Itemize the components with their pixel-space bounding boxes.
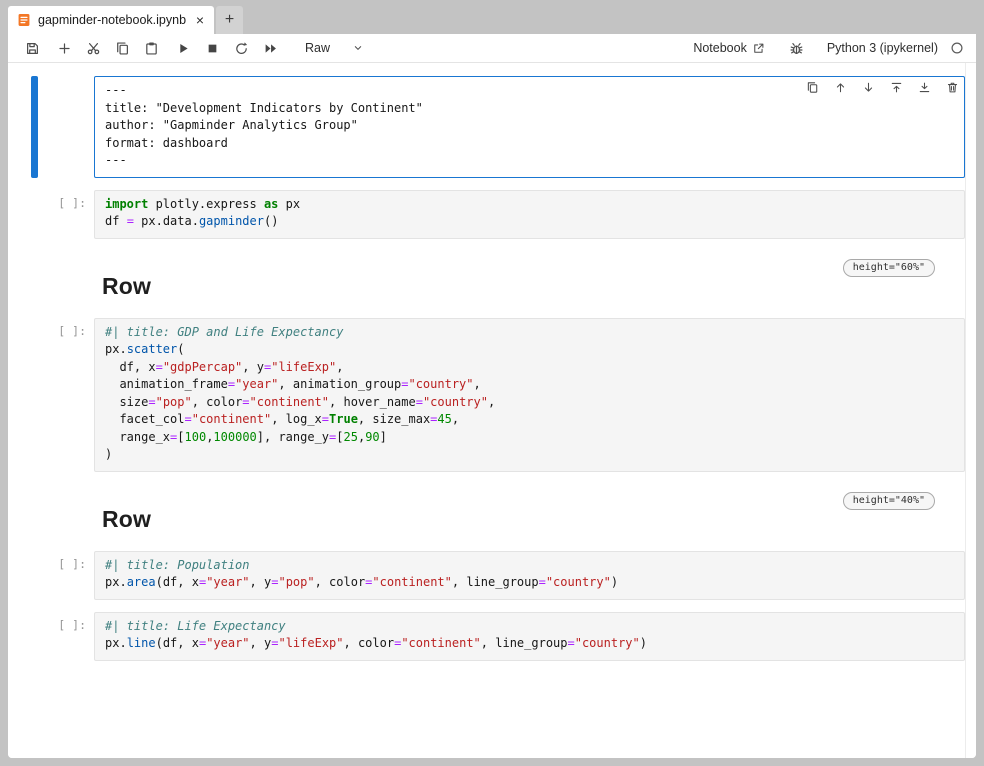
tab-close-icon[interactable]: × [196,13,204,27]
kernel-status-icon[interactable] [950,41,964,55]
code-cell-code: #| title: GDP and Life Expectancypx.scat… [105,324,956,464]
cell-prompt-empty [38,253,94,308]
cell-code-scatter[interactable]: [ ]: #| title: GDP and Life Expectancypx… [8,318,976,472]
interrupt-kernel-button[interactable] [198,36,227,60]
chevron-down-icon [352,42,364,54]
run-cell-button[interactable] [169,36,198,60]
cell-code-line[interactable]: [ ]: #| title: Life Expectancypx.line(df… [8,612,976,661]
cell-prompt: [ ]: [38,551,94,600]
height-attribute-badge: height="40%" [843,492,935,510]
add-cell-button[interactable] [50,36,79,60]
kernel-name[interactable]: Python 3 (ipykernel) [827,41,938,55]
cell-collapser[interactable] [31,253,38,308]
cell-prompt: [ ]: [38,612,94,661]
cell-code-area[interactable]: [ ]: #| title: Populationpx.area(df, x="… [8,551,976,600]
markdown-cell-row-2[interactable]: Row height="40%" [8,486,976,541]
notebook-mode-label: Notebook [693,41,747,55]
restart-run-all-button[interactable] [256,36,285,60]
delete-cell-icon[interactable] [946,80,959,94]
code-cell-code: #| title: Populationpx.area(df, x="year"… [105,557,956,592]
copy-cells-button[interactable] [108,36,137,60]
new-tab-button[interactable]: + [216,6,243,34]
cell-collapser[interactable] [31,551,38,600]
cell-type-value: Raw [305,41,330,55]
code-cell-code: import plotly.express as pxdf = px.data.… [105,196,956,231]
move-cell-up-icon[interactable] [834,80,847,94]
restart-kernel-button[interactable] [227,36,256,60]
row-heading: Row [102,506,965,533]
cell-code-imports[interactable]: [ ]: import plotly.express as pxdf = px.… [8,190,976,239]
cell-type-dropdown[interactable]: Raw [299,39,370,57]
cut-cells-button[interactable] [79,36,108,60]
raw-cell-code: ---title: "Development Indicators by Con… [105,82,956,170]
external-link-icon [752,42,765,55]
jupyterlab-window: Raw Notebook [8,34,976,758]
cell-collapser[interactable] [31,318,38,472]
row-heading: Row [102,273,965,300]
markdown-cell-row-1[interactable]: Row height="60%" [8,253,976,308]
cell-collapser[interactable] [31,612,38,661]
raw-cell-editor[interactable]: ---title: "Development Indicators by Con… [94,76,965,178]
code-cell-editor[interactable]: #| title: Life Expectancypx.line(df, x="… [94,612,965,661]
debugger-bug-icon[interactable] [782,36,811,60]
cell-prompt-empty [38,76,94,178]
code-cell-code: #| title: Life Expectancypx.line(df, x="… [105,618,956,653]
notebook-toolbar: Raw Notebook [8,34,976,63]
tab-gapminder-notebook[interactable]: gapminder-notebook.ipynb × [8,6,214,34]
save-button[interactable] [18,36,47,60]
scrollbar-track[interactable] [965,63,966,758]
duplicate-cell-icon[interactable] [806,80,819,94]
toolbar-right-group: Notebook Python 3 (ipykernel) [693,36,964,60]
code-cell-editor[interactable]: #| title: Populationpx.area(df, x="year"… [94,551,965,600]
notebook-content: ---title: "Development Indicators by Con… [8,63,976,758]
markdown-rendered: Row height="60%" [94,253,965,308]
cell-toolbar [806,80,959,94]
insert-cell-above-icon[interactable] [890,80,903,94]
insert-cell-below-icon[interactable] [918,80,931,94]
tab-bar: gapminder-notebook.ipynb × + [8,6,976,34]
cell-collapser[interactable] [31,486,38,541]
notebook-file-icon [17,13,31,27]
height-attribute-badge: height="60%" [843,259,935,277]
tab-title: gapminder-notebook.ipynb [38,13,186,27]
move-cell-down-icon[interactable] [862,80,875,94]
markdown-rendered: Row height="40%" [94,486,965,541]
cell-prompt: [ ]: [38,190,94,239]
cell-prompt-empty [38,486,94,541]
cell-collapser[interactable] [31,190,38,239]
code-cell-editor[interactable]: #| title: GDP and Life Expectancypx.scat… [94,318,965,472]
cell-raw-frontmatter[interactable]: ---title: "Development Indicators by Con… [8,76,976,178]
cell-collapser[interactable] [31,76,38,178]
notebook-mode-button[interactable]: Notebook [693,41,765,55]
paste-cells-button[interactable] [137,36,166,60]
cell-prompt: [ ]: [38,318,94,472]
code-cell-editor[interactable]: import plotly.express as pxdf = px.data.… [94,190,965,239]
